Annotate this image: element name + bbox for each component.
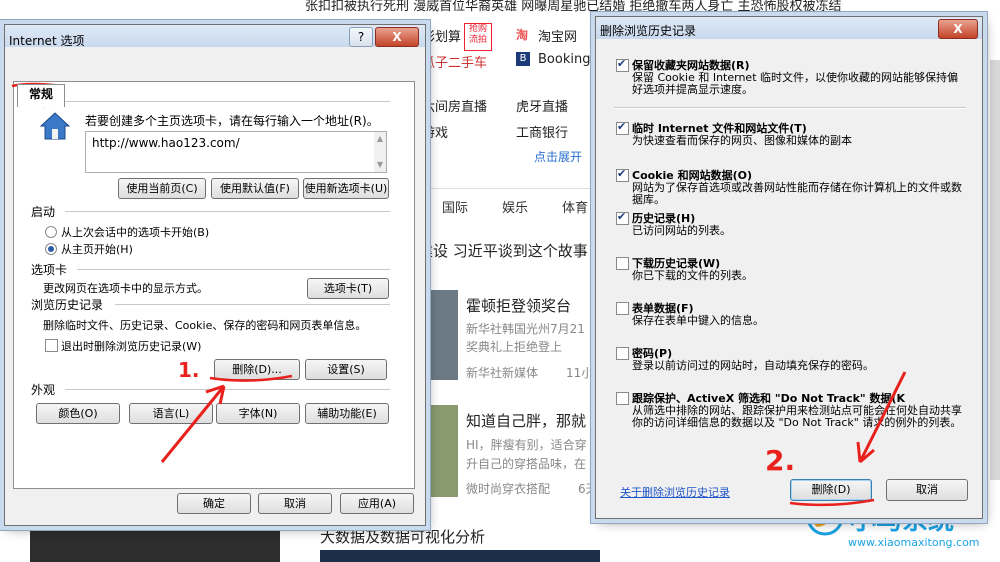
underline-delete-button bbox=[209, 374, 293, 382]
underline-confirm-delete bbox=[789, 498, 875, 507]
arrow-to-delete-history bbox=[160, 384, 226, 463]
step-1-label: 1. bbox=[178, 358, 200, 382]
step-2-label: 2. bbox=[765, 444, 796, 477]
tab-general[interactable]: 常规 bbox=[17, 84, 65, 107]
annotation-layer bbox=[11, 82, 907, 507]
arrow-to-confirm-delete bbox=[856, 371, 907, 464]
